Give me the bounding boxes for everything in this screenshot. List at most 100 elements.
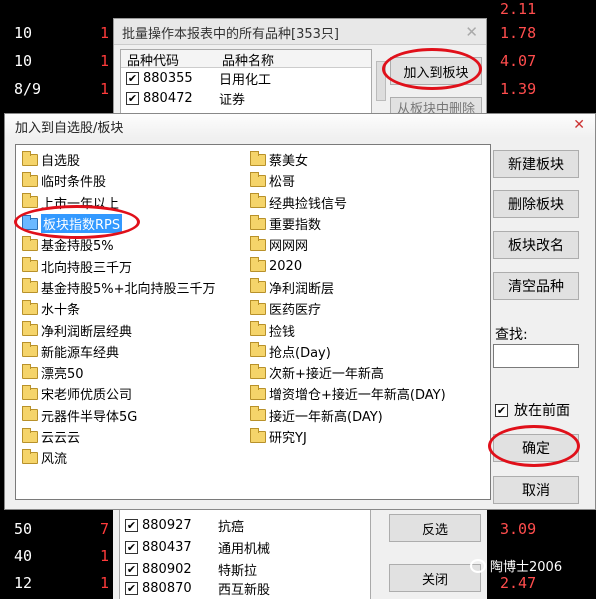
- background-value: 2.11: [500, 0, 537, 18]
- background-row: 8/9 1: [14, 80, 109, 98]
- folder-item[interactable]: 自选股: [22, 149, 216, 170]
- list-item[interactable]: ✔ 880870 西互新股: [120, 580, 370, 596]
- folder-item[interactable]: 净利润断层: [250, 277, 446, 298]
- background-row: 40 1: [14, 547, 109, 565]
- folder-item[interactable]: 水十条: [22, 298, 216, 319]
- stock-name: 特斯拉: [218, 563, 258, 579]
- folder-item[interactable]: 增资增仓+接近一年新高(DAY): [250, 383, 446, 404]
- folder-label: 净利润断层: [269, 281, 335, 297]
- checkbox[interactable]: ✔: [125, 518, 138, 532]
- checkbox[interactable]: ✔: [125, 562, 138, 576]
- folder-item[interactable]: 经典捡钱信号: [250, 192, 446, 213]
- folder-item[interactable]: 捡钱: [250, 319, 446, 340]
- folder-icon: [250, 150, 266, 166]
- cancel-button[interactable]: 取消: [493, 476, 579, 504]
- folder-label: 重要指数: [269, 218, 322, 234]
- folder-item[interactable]: 净利润断层经典: [22, 319, 216, 340]
- column-header-name[interactable]: 品种名称: [216, 50, 311, 69]
- batch-list-header: 品种代码 品种名称: [121, 50, 371, 69]
- folder-label: 增资增仓+接近一年新高(DAY): [269, 388, 446, 404]
- folder-label: 宋老师优质公司: [41, 388, 133, 404]
- checkbox[interactable]: ✔: [126, 91, 139, 105]
- folder-label: 松哥: [269, 175, 296, 191]
- list-item[interactable]: ✔ 880472 证券: [121, 88, 371, 108]
- folder-item[interactable]: 上市一年以上: [22, 192, 216, 213]
- checkbox[interactable]: ✔: [125, 581, 138, 595]
- folder-item[interactable]: 风流: [22, 447, 216, 468]
- folder-icon: [22, 214, 38, 230]
- clear-stocks-button[interactable]: 清空品种: [493, 272, 579, 300]
- folder-item[interactable]: 研究YJ: [250, 426, 446, 447]
- folder-label: 蔡美女: [269, 154, 309, 170]
- folder-icon: [250, 299, 266, 315]
- stock-code: 880870: [142, 580, 192, 596]
- folder-item[interactable]: 宋老师优质公司: [22, 383, 216, 404]
- folder-item[interactable]: 元器件半导体5G: [22, 405, 216, 426]
- add-to-sector-button[interactable]: 加入到板块: [390, 57, 482, 85]
- find-input[interactable]: [493, 344, 579, 368]
- folder-item[interactable]: 网网网: [250, 234, 446, 255]
- folder-icon: [250, 171, 266, 187]
- folder-item[interactable]: 医药医疗: [250, 298, 446, 319]
- folder-item[interactable]: 新能源车经典: [22, 341, 216, 362]
- stock-code: 880355: [143, 70, 193, 86]
- watermark-text: 陶博士2006: [490, 560, 563, 575]
- folder-label: 净利润断层经典: [41, 324, 133, 340]
- folder-icon: [250, 427, 266, 443]
- scrollbar-thumb[interactable]: [376, 61, 386, 101]
- put-in-front-option[interactable]: ✔ 放在前面: [495, 400, 570, 420]
- invert-selection-button[interactable]: 反选: [389, 514, 481, 542]
- folder-label: 元器件半导体5G: [41, 409, 138, 425]
- folder-label: 2020: [269, 258, 303, 274]
- folder-item[interactable]: 重要指数: [250, 213, 446, 234]
- folder-item[interactable]: 次新+接近一年新高: [250, 362, 446, 383]
- folder-item[interactable]: 基金持股5%+北向持股三千万: [22, 277, 216, 298]
- close-icon[interactable]: ✕: [465, 23, 478, 41]
- folder-item[interactable]: 板块指数RPS: [22, 213, 216, 234]
- put-in-front-checkbox[interactable]: ✔: [495, 403, 508, 417]
- background-value: 1.39: [500, 80, 537, 98]
- list-item[interactable]: ✔ 880927 抗癌: [120, 514, 370, 536]
- folder-item[interactable]: 抢点(Day): [250, 341, 446, 362]
- folder-item[interactable]: 蔡美女: [250, 149, 446, 170]
- column-header-code[interactable]: 品种代码: [121, 50, 216, 69]
- batch-stock-list-lower[interactable]: ✔ 880927 抗癌 ✔ 880437 通用机械 ✔ 880902 特斯拉 ✔…: [119, 510, 371, 599]
- checkbox[interactable]: ✔: [126, 71, 139, 85]
- folder-icon: [250, 406, 266, 422]
- folder-label: 临时条件股: [41, 175, 107, 191]
- rename-sector-button[interactable]: 板块改名: [493, 231, 579, 259]
- folder-item[interactable]: 北向持股三千万: [22, 255, 216, 276]
- folder-icon: [22, 299, 38, 315]
- delete-sector-button[interactable]: 删除板块: [493, 190, 579, 218]
- folder-item[interactable]: 云云云: [22, 426, 216, 447]
- folder-item[interactable]: 接近一年新高(DAY): [250, 405, 446, 426]
- folder-label: 北向持股三千万: [41, 260, 133, 276]
- list-item[interactable]: ✔ 880437 通用机械: [120, 536, 370, 558]
- folder-item[interactable]: 松哥: [250, 170, 446, 191]
- folder-label: 接近一年新高(DAY): [269, 409, 383, 425]
- sector-folder-list[interactable]: 自选股临时条件股 上市一年以上 板块指数RPS 基金持股5% 北向持股三千万 基金持股5%…: [15, 144, 491, 500]
- checkbox[interactable]: ✔: [125, 540, 138, 554]
- background-value: 1.78: [500, 24, 537, 42]
- ok-button[interactable]: 确定: [493, 434, 579, 462]
- folder-icon: [22, 363, 38, 379]
- folder-icon: [22, 193, 38, 209]
- list-item[interactable]: ✔ 880902 特斯拉: [120, 558, 370, 580]
- put-in-front-label: 放在前面: [514, 403, 570, 419]
- folder-label: 基金持股5%: [41, 239, 114, 255]
- folder-icon: [22, 257, 38, 273]
- batch-stock-list[interactable]: 品种代码 品种名称 ✔ 880355 日用化工 ✔ 880472 证券: [120, 49, 372, 119]
- background-row: 10 1: [14, 52, 109, 70]
- add-to-watchlist-dialog: 加入到自选股/板块 ✕ 自选股 临时条件股 上市一年以上 板块指数RPS 基金持股5% 北…: [4, 113, 596, 510]
- folder-item[interactable]: 临时条件股: [22, 170, 216, 191]
- list-item[interactable]: ✔ 880355 日用化工: [121, 68, 371, 88]
- folder-item[interactable]: 基金持股5%: [22, 234, 216, 255]
- folder-icon: [22, 427, 38, 443]
- close-button[interactable]: 关闭: [389, 564, 481, 592]
- new-sector-button[interactable]: 新建板块: [493, 150, 579, 178]
- folder-label: 次新+接近一年新高: [269, 367, 384, 383]
- folder-item[interactable]: 漂亮50: [22, 362, 216, 383]
- close-icon[interactable]: ✕: [573, 117, 585, 135]
- stock-code: 880902: [142, 561, 192, 577]
- folder-item[interactable]: 2020: [250, 255, 446, 276]
